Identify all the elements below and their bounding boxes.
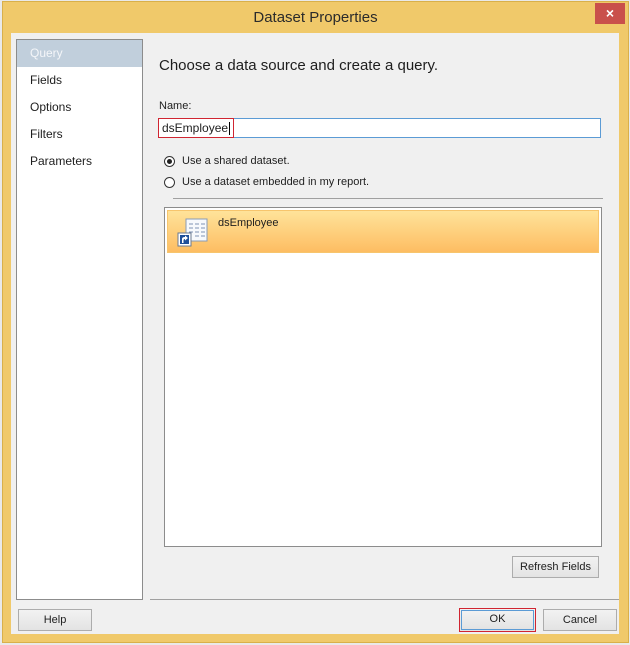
name-value-text: dsEmployee [162,121,229,135]
radio-embedded-label: Use a dataset embedded in my report. [182,176,370,188]
close-icon: × [605,5,615,21]
sidebar-item-fields[interactable]: Fields [17,67,142,94]
refresh-fields-button[interactable]: Refresh Fields [512,556,599,578]
sidebar-nav: Query Fields Options Filters Parameters [16,39,143,600]
shared-dataset-shortcut-icon [177,218,208,247]
dialog-title: Dataset Properties [253,9,378,26]
name-input[interactable]: dsEmployee [158,118,601,138]
sidebar-item-query[interactable]: Query [17,40,142,67]
page-heading: Choose a data source and create a query. [159,57,439,74]
name-label: Name: [159,100,192,112]
dataset-properties-dialog: Dataset Properties × Query Fields Option… [2,1,629,643]
help-button[interactable]: Help [18,609,92,631]
title-bar[interactable]: Dataset Properties × [3,2,628,32]
cancel-button[interactable]: Cancel [543,609,617,631]
ok-button[interactable]: OK [459,608,536,632]
dataset-name: dsEmployee [218,217,279,229]
dialog-body: Query Fields Options Filters Parameters … [11,33,619,634]
radio-shared-label: Use a shared dataset. [182,155,290,167]
radio-button-unchecked-icon[interactable] [164,176,175,188]
divider [173,198,603,199]
close-button[interactable]: × [595,3,625,24]
ok-button-label: OK [461,610,534,630]
sidebar-item-parameters[interactable]: Parameters [17,148,142,175]
name-value-highlight: dsEmployee [158,118,235,138]
radio-embedded-dataset[interactable]: Use a dataset embedded in my report. [164,174,369,190]
text-caret [229,122,231,136]
sidebar-item-options[interactable]: Options [17,94,142,121]
shared-dataset-list[interactable]: dsEmployee [164,207,602,547]
radio-shared-dataset[interactable]: Use a shared dataset. [164,153,290,169]
radio-button-checked-icon[interactable] [164,155,175,167]
sidebar-item-filters[interactable]: Filters [17,121,142,148]
footer-divider [150,599,619,600]
list-item[interactable]: dsEmployee [167,210,599,253]
